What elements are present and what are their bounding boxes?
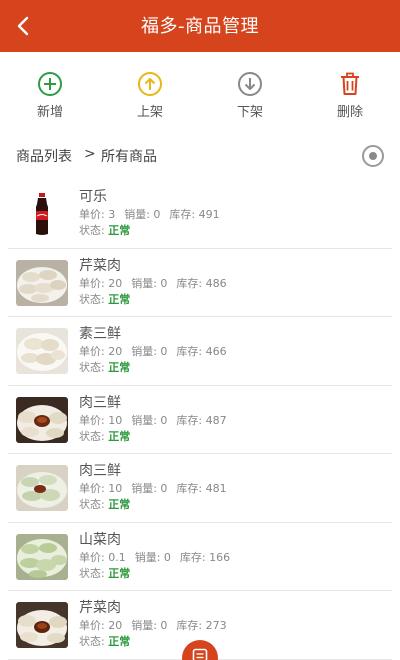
product-name: 可乐 bbox=[79, 189, 107, 205]
status-value: 正常 bbox=[108, 292, 131, 306]
status-label: 状态: bbox=[79, 498, 109, 511]
document-icon bbox=[192, 648, 208, 660]
product-price: 单价: 20 bbox=[79, 345, 123, 358]
list-on-shelf-label: 上架 bbox=[136, 105, 163, 120]
product-price: 单价: 10 bbox=[79, 482, 123, 495]
product-status-line: 状态: 正常 bbox=[79, 360, 236, 376]
dumplings-thumbnail bbox=[16, 259, 68, 306]
take-off-shelf-label: 下架 bbox=[236, 105, 263, 120]
breadcrumb-product-list[interactable]: 商品列表 bbox=[16, 146, 72, 166]
product-info: 肉三鲜 单价: 10 销量: 0 库存: 481 状态: 正常 bbox=[79, 462, 236, 513]
dumplings-with-sauce-thumbnail bbox=[16, 602, 68, 648]
product-sales: 销量: 0 bbox=[131, 482, 168, 495]
product-status-line: 状态: 正常 bbox=[79, 429, 236, 445]
product-name: 肉三鲜 bbox=[79, 394, 121, 411]
breadcrumb-separator: > bbox=[84, 146, 96, 162]
select-all-radio[interactable] bbox=[362, 145, 384, 167]
product-sales: 销量: 0 bbox=[134, 550, 171, 564]
product-stock: 库存: 486 bbox=[176, 276, 227, 290]
action-toolbar: 新增 上架 下架 删除 bbox=[0, 52, 400, 128]
status-value: 正常 bbox=[108, 361, 131, 374]
product-info: 可乐 单价: 3 销量: 0 库存: 491 状态: 正常 bbox=[79, 188, 229, 239]
product-sales: 销量: 0 bbox=[124, 208, 161, 221]
product-sales: 销量: 0 bbox=[131, 619, 168, 632]
status-label: 状态: bbox=[79, 429, 109, 443]
product-name: 肉三鲜 bbox=[79, 463, 121, 479]
product-stock: 库存: 487 bbox=[176, 413, 227, 427]
product-stats: 单价: 20 销量: 0 库存: 273 bbox=[79, 618, 236, 634]
product-status-line: 状态: 正常 bbox=[79, 223, 229, 239]
arrow-up-circle-icon bbox=[138, 72, 162, 96]
product-name: 山菜肉 bbox=[79, 531, 121, 548]
product-price: 单价: 10 bbox=[79, 413, 123, 427]
product-info: 肉三鲜 单价: 10 销量: 0 库存: 487 状态: 正常 bbox=[79, 394, 236, 445]
list-item[interactable]: 肉三鲜 单价: 10 销量: 0 库存: 487 状态: 正常 bbox=[8, 386, 392, 454]
product-info: 芹菜肉 单价: 20 销量: 0 库存: 273 状态: 正常 bbox=[79, 599, 236, 650]
arrow-down-circle-icon bbox=[238, 72, 262, 96]
product-stats: 单价: 20 销量: 0 库存: 486 bbox=[79, 276, 236, 292]
product-stats: 单价: 20 销量: 0 库存: 466 bbox=[79, 344, 236, 360]
product-status-line: 状态: 正常 bbox=[79, 566, 239, 582]
product-sales: 销量: 0 bbox=[131, 413, 168, 427]
product-info: 芹菜肉 单价: 20 销量: 0 库存: 486 状态: 正常 bbox=[79, 257, 236, 308]
green-dumplings-thumbnail bbox=[16, 465, 68, 511]
dumplings-with-sauce-thumbnail bbox=[16, 396, 68, 443]
product-list: 可乐 单价: 3 销量: 0 库存: 491 状态: 正常 芹菜肉 单价: 20 销量… bbox=[0, 180, 400, 660]
status-label: 状态: bbox=[79, 635, 109, 648]
delete-button-label: 删除 bbox=[336, 105, 363, 120]
product-stats: 单价: 3 销量: 0 库存: 491 bbox=[79, 207, 229, 223]
product-sales: 销量: 0 bbox=[131, 276, 168, 290]
product-price: 单价: 20 bbox=[79, 276, 123, 290]
product-sales: 销量: 0 bbox=[131, 345, 168, 358]
product-status-line: 状态: 正常 bbox=[79, 497, 236, 513]
list-on-shelf-button[interactable]: 上架 bbox=[100, 52, 200, 128]
product-price: 单价: 20 bbox=[79, 619, 123, 632]
list-item[interactable]: 山菜肉 单价: 0.1 销量: 0 库存: 166 状态: 正常 bbox=[8, 523, 392, 591]
cola-bottle-thumbnail bbox=[16, 191, 68, 237]
add-button-label: 新增 bbox=[36, 105, 63, 120]
status-value: 正常 bbox=[108, 224, 131, 237]
product-stock: 库存: 481 bbox=[176, 482, 227, 495]
status-value: 正常 bbox=[108, 498, 131, 511]
status-label: 状态: bbox=[79, 292, 109, 306]
list-item[interactable]: 可乐 单价: 3 销量: 0 库存: 491 状态: 正常 bbox=[8, 180, 392, 249]
product-info: 山菜肉 单价: 0.1 销量: 0 库存: 166 状态: 正常 bbox=[79, 531, 239, 582]
product-stats: 单价: 10 销量: 0 库存: 481 bbox=[79, 481, 236, 497]
status-label: 状态: bbox=[79, 566, 109, 580]
product-name: 素三鲜 bbox=[79, 326, 121, 342]
trash-icon bbox=[341, 72, 359, 95]
product-stats: 单价: 10 销量: 0 库存: 487 bbox=[79, 413, 236, 429]
status-value: 正常 bbox=[108, 429, 131, 443]
status-value: 正常 bbox=[108, 566, 131, 580]
product-stock: 库存: 166 bbox=[179, 550, 231, 564]
product-status-line: 状态: 正常 bbox=[79, 292, 236, 308]
product-name: 芹菜肉 bbox=[79, 257, 121, 274]
list-item[interactable]: 芹菜肉 单价: 20 销量: 0 库存: 486 状态: 正常 bbox=[8, 249, 392, 317]
take-off-shelf-button[interactable]: 下架 bbox=[200, 52, 300, 128]
product-stats: 单价: 0.1 销量: 0 库存: 166 bbox=[79, 550, 239, 566]
status-value: 正常 bbox=[108, 635, 131, 648]
product-info: 素三鲜 单价: 20 销量: 0 库存: 466 状态: 正常 bbox=[79, 325, 236, 376]
breadcrumb: 商品列表 > 所有商品 bbox=[0, 136, 400, 174]
product-stock: 库存: 491 bbox=[169, 208, 220, 221]
green-dumplings-thumbnail bbox=[16, 533, 68, 580]
product-name: 芹菜肉 bbox=[79, 600, 121, 616]
list-item[interactable]: 素三鲜 单价: 20 销量: 0 库存: 466 状态: 正常 bbox=[8, 317, 392, 386]
page-title: 福多-商品管理 bbox=[141, 16, 259, 37]
dumplings-thumbnail bbox=[16, 328, 68, 374]
status-label: 状态: bbox=[79, 224, 109, 237]
breadcrumb-all-products: 所有商品 bbox=[101, 149, 157, 165]
app-header: 福多-商品管理 bbox=[0, 0, 400, 52]
product-stock: 库存: 273 bbox=[176, 619, 227, 632]
delete-button[interactable]: 删除 bbox=[300, 52, 400, 128]
plus-circle-icon bbox=[38, 72, 62, 96]
status-label: 状态: bbox=[79, 361, 109, 374]
product-price: 单价: 0.1 bbox=[79, 550, 126, 564]
list-item[interactable]: 肉三鲜 单价: 10 销量: 0 库存: 481 状态: 正常 bbox=[8, 454, 392, 523]
product-price: 单价: 3 bbox=[79, 208, 116, 221]
product-stock: 库存: 466 bbox=[176, 345, 227, 358]
add-button[interactable]: 新增 bbox=[0, 52, 100, 128]
